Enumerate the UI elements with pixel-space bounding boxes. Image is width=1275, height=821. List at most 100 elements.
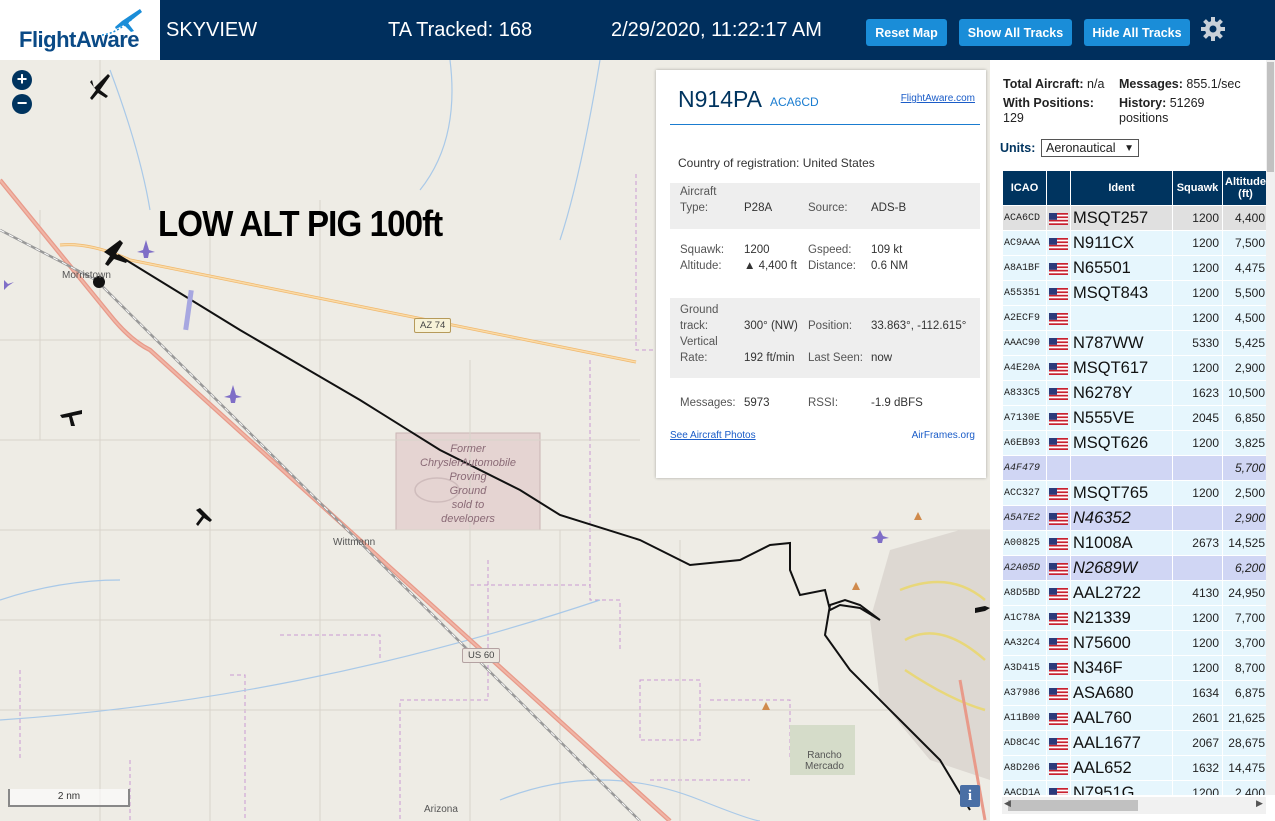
messages-label: Messages: — [680, 397, 736, 409]
country-flag-icon — [1046, 705, 1071, 731]
table-row[interactable]: A2A05D N2689W 6,200 — [1002, 555, 1266, 581]
hide-all-tracks-button[interactable]: Hide All Tracks — [1084, 19, 1190, 46]
table-row[interactable]: AAAC90 N787WW 5330 5,425 — [1002, 330, 1266, 356]
zoom-out-button[interactable]: − — [12, 94, 32, 114]
table-row[interactable]: A3D415 N346F 1200 8,700 — [1002, 655, 1266, 681]
scroll-left-icon[interactable]: ◀ — [1004, 798, 1011, 809]
squawk-cell: 2601 — [1172, 705, 1223, 731]
aircraft-type-value: P28A — [744, 202, 773, 214]
table-row[interactable]: A8D206 AAL652 1632 14,475 — [1002, 755, 1266, 781]
with-positions-value: 129 — [1003, 111, 1024, 125]
horizontal-scrollbar-thumb[interactable] — [1008, 800, 1138, 811]
squawk-column-header[interactable]: Squawk — [1172, 170, 1223, 206]
altitude-cell: 2,900 — [1222, 505, 1266, 531]
icao-cell: A833C5 — [1002, 380, 1047, 406]
aircraft-table-container[interactable]: ICAO Ident Squawk Altitude (ft) ACA6CD MSQT2… — [1002, 170, 1266, 795]
scroll-right-icon[interactable]: ▶ — [1256, 798, 1263, 809]
ident-cell: N65501 — [1070, 255, 1173, 281]
altitude-column-header[interactable]: Altitude (ft) — [1222, 170, 1266, 206]
country-flag-icon — [1046, 605, 1071, 631]
units-select[interactable]: Aeronautical ▼ — [1041, 139, 1139, 157]
ident-cell: N46352 — [1070, 505, 1173, 531]
squawk-cell: 1200 — [1172, 780, 1223, 795]
zoom-in-button[interactable]: + — [12, 70, 32, 90]
country-flag-icon — [1046, 255, 1071, 281]
airframes-link[interactable]: AirFrames.org — [912, 430, 975, 441]
squawk-cell — [1172, 455, 1223, 481]
squawk-cell — [1172, 505, 1223, 531]
country-label: Country of registration: — [678, 156, 800, 170]
table-row[interactable]: A5A7E2 N46352 2,900 — [1002, 505, 1266, 531]
country-flag-icon — [1046, 405, 1071, 431]
table-row[interactable]: A2ECF9 1200 4,500 — [1002, 305, 1266, 331]
flag-column-header[interactable] — [1046, 170, 1071, 206]
table-row[interactable]: A4E20A MSQT617 1200 2,900 — [1002, 355, 1266, 381]
table-row[interactable]: A6EB93 MSQT626 1200 3,825 — [1002, 430, 1266, 456]
icao-column-header[interactable]: ICAO — [1002, 170, 1047, 206]
table-row[interactable]: A8D5BD AAL2722 4130 24,950 — [1002, 580, 1266, 606]
info-icon[interactable]: i — [960, 785, 980, 807]
table-row[interactable]: ACA6CD MSQT257 1200 4,400 — [1002, 205, 1266, 231]
icao-cell: A37986 — [1002, 680, 1047, 706]
ident-cell: AAL1677 — [1070, 730, 1173, 756]
table-row[interactable]: A833C5 N6278Y 1623 10,500 — [1002, 380, 1266, 406]
messages-rate-value: 855.1/sec — [1186, 77, 1241, 91]
gspeed-label: Gspeed: — [808, 244, 852, 256]
table-row[interactable]: AD8C4C AAL1677 2067 28,675 — [1002, 730, 1266, 756]
table-row[interactable]: AC9AAA N911CX 1200 7,500 — [1002, 230, 1266, 256]
flightaware-logo[interactable]: FlightAware — [0, 0, 160, 60]
table-row[interactable]: A00825 N1008A 2673 14,525 — [1002, 530, 1266, 556]
table-row[interactable]: A37986 ASA680 1634 6,875 — [1002, 680, 1266, 706]
ident-cell: N346F — [1070, 655, 1173, 681]
scale-bar: 2 nm — [8, 789, 130, 807]
popup-divider — [670, 124, 980, 125]
ident-cell: ASA680 — [1070, 680, 1173, 706]
table-row[interactable]: A11B00 AAL760 2601 21,625 — [1002, 705, 1266, 731]
table-row[interactable]: A55351 MSQT843 1200 5,500 — [1002, 280, 1266, 306]
table-row[interactable]: A7130E N555VE 2045 6,850 — [1002, 405, 1266, 431]
ident-cell: N787WW — [1070, 330, 1173, 356]
history-value: 51269 — [1169, 96, 1205, 110]
squawk-value: 1200 — [744, 244, 770, 256]
squawk-cell: 1623 — [1172, 380, 1223, 406]
icao-cell: A5A7E2 — [1002, 505, 1047, 531]
country-flag-icon — [1046, 230, 1071, 256]
altitude-cell: 6,850 — [1222, 405, 1266, 431]
table-row[interactable]: A8A1BF N65501 1200 4,475 — [1002, 255, 1266, 281]
gear-icon[interactable] — [1200, 16, 1226, 42]
table-row[interactable]: A1C78A N21339 1200 7,700 — [1002, 605, 1266, 631]
table-row[interactable]: ACC327 MSQT765 1200 2,500 — [1002, 480, 1266, 506]
table-row[interactable]: AACD1A N7951G 1200 2,400 — [1002, 780, 1266, 795]
squawk-cell — [1172, 555, 1223, 581]
altitude-cell: 4,475 — [1222, 255, 1266, 281]
country-flag-icon — [1046, 280, 1071, 306]
altitude-value: ▲ 4,400 ft — [744, 260, 797, 272]
distance-label: Distance: — [808, 260, 856, 272]
ident-column-header[interactable]: Ident — [1070, 170, 1173, 206]
ident-cell: N911CX — [1070, 230, 1173, 256]
flightaware-link[interactable]: FlightAware.com — [901, 93, 975, 104]
icao-cell: A8D5BD — [1002, 580, 1047, 606]
aircraft-type-label: Aircraft Type: — [680, 186, 717, 214]
country-flag-icon — [1046, 380, 1071, 406]
vertical-scrollbar-thumb[interactable] — [1267, 62, 1274, 172]
icao-cell: A8D206 — [1002, 755, 1047, 781]
popup-type-block: Aircraft Type: P28A Source: ADS-B — [670, 183, 980, 229]
table-row[interactable]: AA32C4 N75600 1200 3,700 — [1002, 630, 1266, 656]
country-flag-icon — [1046, 205, 1071, 231]
altitude-cell: 2,500 — [1222, 480, 1266, 506]
country-flag-icon — [1046, 355, 1071, 381]
reset-map-button[interactable]: Reset Map — [866, 19, 947, 46]
country-flag-icon — [1046, 530, 1071, 556]
ident-cell: N75600 — [1070, 630, 1173, 656]
table-row[interactable]: A4F479 5,700 — [1002, 455, 1266, 481]
icao-cell: A8A1BF — [1002, 255, 1047, 281]
map-view[interactable]: + − LOW ALT PIG 100ft Morristown Wittman… — [0, 60, 990, 821]
country-flag-icon — [1046, 330, 1071, 356]
icao-cell: A3D415 — [1002, 655, 1047, 681]
table-body: ACA6CD MSQT257 1200 4,400 AC9AAA N911CX 1200 7,… — [1002, 205, 1266, 795]
aircraft-photos-link[interactable]: See Aircraft Photos — [670, 430, 756, 441]
country-flag-icon — [1046, 305, 1071, 331]
last-seen-value: now — [871, 352, 893, 364]
show-all-tracks-button[interactable]: Show All Tracks — [959, 19, 1072, 46]
